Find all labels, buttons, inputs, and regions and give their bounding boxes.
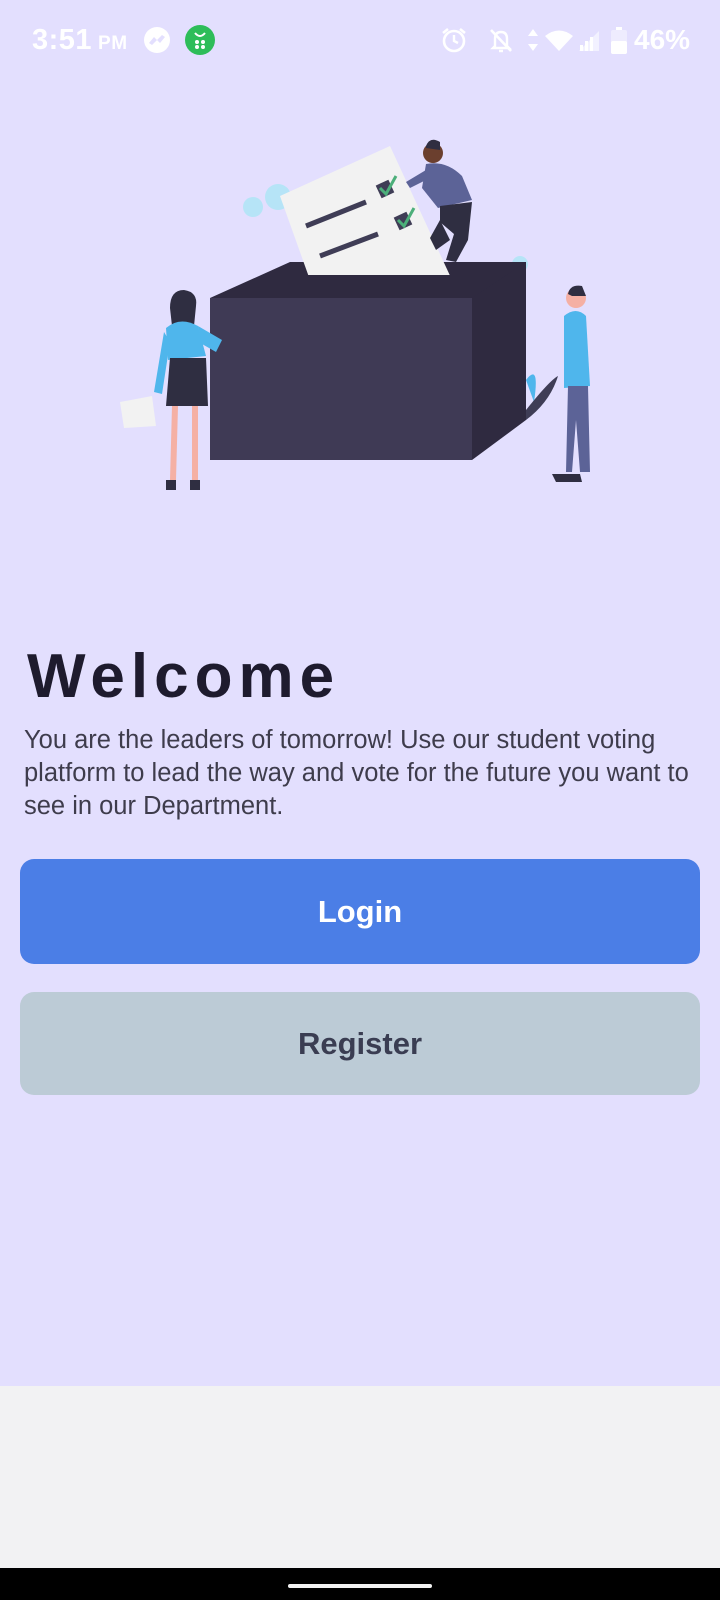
data-arrows-icon — [528, 29, 538, 51]
app-notification-icon — [185, 25, 215, 55]
battery-percentage: 46% — [634, 24, 691, 55]
clock-ampm: PM — [98, 33, 128, 54]
clock-time: 3:51 — [32, 24, 93, 56]
home-indicator[interactable] — [288, 1584, 432, 1588]
register-button[interactable]: Register — [20, 992, 700, 1095]
muted-bell-icon — [490, 29, 512, 53]
alarm-icon — [442, 27, 466, 53]
welcome-description: You are the leaders of tomorrow! Use our… — [24, 726, 689, 820]
voting-illustration — [120, 139, 590, 490]
signal-icon — [579, 31, 599, 51]
register-button-label: Register — [297, 1025, 423, 1061]
app-screen: 3:51 PM 46% Welcome You are the leaders … — [0, 0, 720, 1386]
login-button-label: Login — [317, 893, 403, 929]
login-button[interactable]: Login — [20, 859, 700, 964]
battery-icon — [611, 27, 627, 54]
wifi-icon — [545, 30, 573, 51]
status-time: 3:51 PM — [32, 24, 128, 57]
navigation-bar — [0, 1568, 720, 1600]
status-bar: 3:51 PM 46% — [0, 0, 720, 84]
messenger-icon — [144, 27, 170, 53]
welcome-title: Welcome — [27, 642, 341, 711]
